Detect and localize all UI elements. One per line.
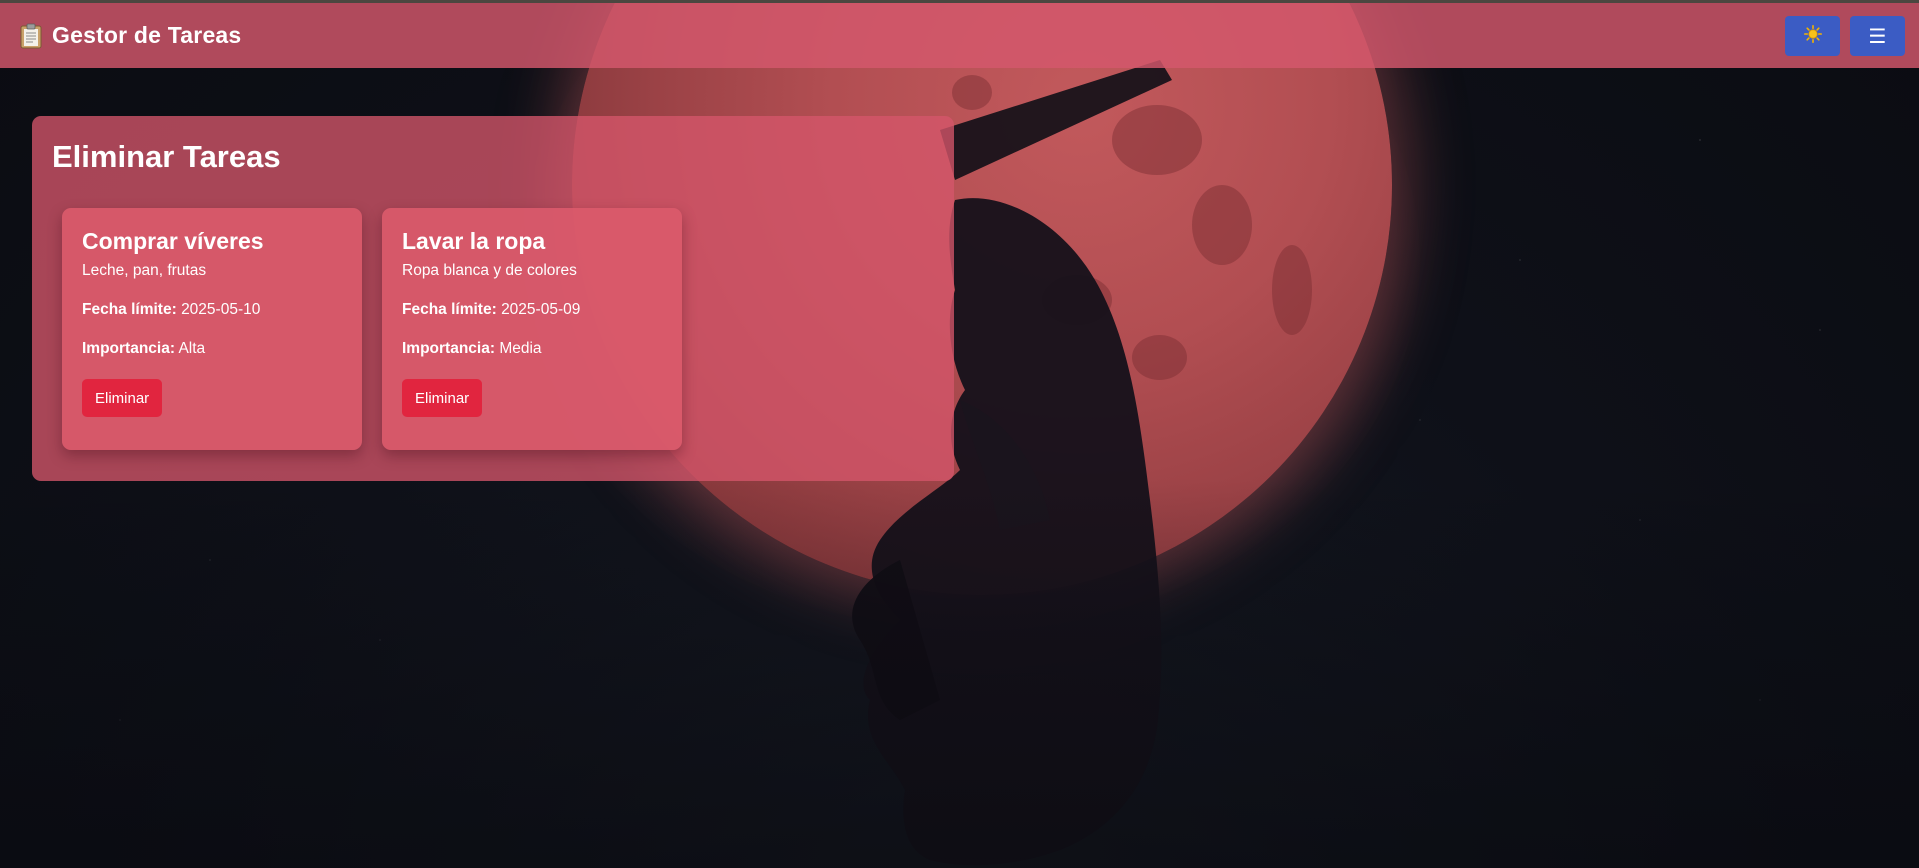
app-title: Gestor de Tareas: [52, 22, 242, 48]
hamburger-menu-icon: ☰: [1868, 23, 1887, 48]
task-due-date: Fecha límite: 2025-05-09: [402, 301, 662, 319]
due-date-value: 2025-05-09: [501, 301, 581, 319]
delete-tasks-panel: Eliminar Tareas Comprar víveres Leche, p…: [32, 116, 954, 481]
task-card-list: Comprar víveres Leche, pan, frutas Fecha…: [62, 208, 682, 450]
due-date-label: Fecha límite:: [82, 301, 177, 319]
importance-label: Importancia:: [82, 340, 176, 358]
task-importance: Importancia: Media: [402, 340, 662, 358]
brand[interactable]: Gestor de Tareas: [20, 22, 241, 49]
task-card: Comprar víveres Leche, pan, frutas Fecha…: [62, 208, 362, 450]
menu-button[interactable]: ☰: [1850, 15, 1905, 56]
importance-value: Alta: [178, 340, 206, 358]
sun-icon: [1803, 25, 1822, 46]
task-title: Lavar la ropa: [402, 228, 546, 254]
delete-task-button[interactable]: Eliminar: [402, 379, 483, 418]
importance-value: Media: [499, 340, 542, 358]
task-card: Lavar la ropa Ropa blanca y de colores F…: [382, 208, 682, 450]
task-description: Leche, pan, frutas: [82, 262, 207, 280]
task-title: Comprar víveres: [82, 228, 264, 254]
delete-task-button[interactable]: Eliminar: [82, 379, 163, 418]
importance-label: Importancia:: [402, 340, 496, 358]
due-date-value: 2025-05-10: [181, 301, 261, 319]
due-date-label: Fecha límite:: [402, 301, 497, 319]
task-description: Ropa blanca y de colores: [402, 262, 577, 280]
task-due-date: Fecha límite: 2025-05-10: [82, 301, 342, 319]
clipboard-icon: [20, 23, 42, 49]
task-importance: Importancia: Alta: [82, 340, 342, 358]
top-navbar: Gestor de Tareas ☰: [0, 0, 1919, 68]
page-title: Eliminar Tareas: [52, 139, 281, 174]
header-actions: ☰: [1785, 15, 1905, 56]
theme-toggle-button[interactable]: [1785, 15, 1840, 56]
